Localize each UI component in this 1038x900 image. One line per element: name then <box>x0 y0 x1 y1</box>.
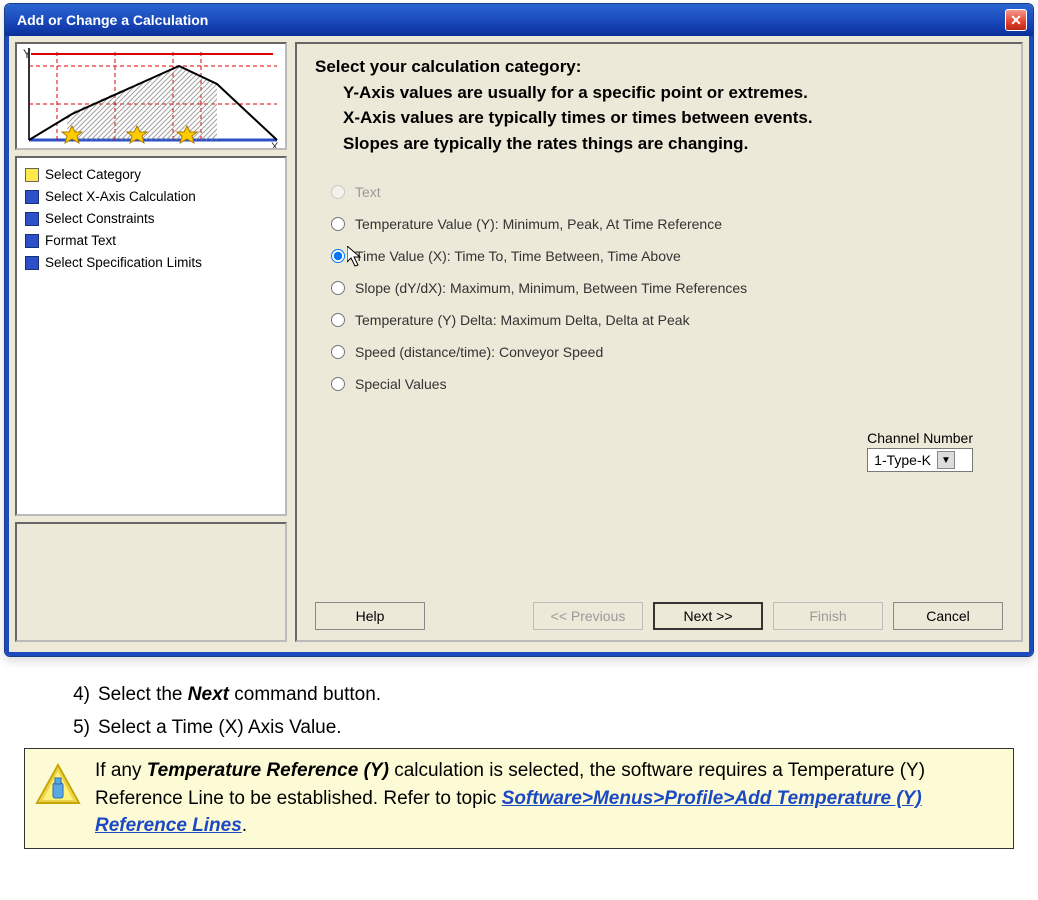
category-option[interactable]: Temperature (Y) Delta: Maximum Delta, De… <box>331 304 1003 336</box>
prompt-line-1: Y-Axis values are usually for a specific… <box>315 80 1003 106</box>
channel-value: 1-Type-K <box>874 452 931 468</box>
category-radio[interactable] <box>331 281 345 295</box>
instruction-number: 5) <box>66 714 90 743</box>
wizard-buttons: Help << Previous Next >> Finish Cancel <box>315 592 1003 630</box>
instruction-number: 4) <box>66 681 90 710</box>
instruction-item: 4) Select the Next command button. <box>60 681 1008 710</box>
channel-select[interactable]: 1-Type-K ▼ <box>867 448 973 472</box>
step-label: Select Constraints <box>45 208 155 230</box>
category-option[interactable]: Slope (dY/dX): Maximum, Minimum, Between… <box>331 272 1003 304</box>
left-column: Y X <box>15 42 287 642</box>
step-label: Format Text <box>45 230 116 252</box>
wizard-step[interactable]: Format Text <box>25 230 277 252</box>
category-label: Special Values <box>355 376 447 392</box>
category-label: Temperature Value (Y): Minimum, Peak, At… <box>355 216 722 232</box>
wizard-step[interactable]: Select Constraints <box>25 208 277 230</box>
close-icon[interactable]: ✕ <box>1005 9 1027 31</box>
instruction-text: Select the Next command button. <box>98 681 381 710</box>
help-button[interactable]: Help <box>315 602 425 630</box>
category-option[interactable]: Time Value (X): Time To, Time Between, T… <box>331 240 1003 272</box>
category-option[interactable]: Speed (distance/time): Conveyor Speed <box>331 336 1003 368</box>
svg-text:X: X <box>271 141 279 148</box>
prompt-title: Select your calculation category: <box>315 57 581 76</box>
description-box <box>15 522 287 642</box>
prompt-line-2: X-Axis values are typically times or tim… <box>315 105 1003 131</box>
dialog-title: Add or Change a Calculation <box>17 12 1005 28</box>
dialog-window: Add or Change a Calculation ✕ Y X <box>4 3 1034 657</box>
category-radio[interactable] <box>331 377 345 391</box>
category-label: Temperature (Y) Delta: Maximum Delta, De… <box>355 312 690 328</box>
step-marker-icon <box>25 234 39 248</box>
finish-button: Finish <box>773 602 883 630</box>
right-panel: Select your calculation category: Y-Axis… <box>295 42 1023 642</box>
note-text: If any Temperature Reference (Y) calcula… <box>95 757 999 840</box>
step-marker-icon <box>25 256 39 270</box>
category-radio[interactable] <box>331 345 345 359</box>
channel-number-group: Channel Number 1-Type-K ▼ <box>867 430 973 472</box>
cancel-button[interactable]: Cancel <box>893 602 1003 630</box>
channel-label: Channel Number <box>867 430 973 446</box>
category-radio[interactable] <box>331 217 345 231</box>
category-label: Time Value (X): Time To, Time Between, T… <box>355 248 681 264</box>
instruction-item: 5) Select a Time (X) Axis Value. <box>60 714 1008 743</box>
chevron-down-icon[interactable]: ▼ <box>937 451 955 469</box>
category-label: Text <box>355 184 381 200</box>
prompt-line-3: Slopes are typically the rates things ar… <box>315 131 1003 157</box>
step-marker-icon <box>25 212 39 226</box>
prompt-text: Select your calculation category: Y-Axis… <box>315 54 1003 156</box>
wizard-diagram: Y X <box>15 42 287 150</box>
wizard-steps: Select CategorySelect X-Axis Calculation… <box>15 156 287 516</box>
category-label: Slope (dY/dX): Maximum, Minimum, Between… <box>355 280 747 296</box>
step-label: Select Specification Limits <box>45 252 202 274</box>
tip-icon <box>35 763 81 809</box>
note-box: If any Temperature Reference (Y) calcula… <box>24 748 1014 849</box>
category-radio[interactable] <box>331 313 345 327</box>
category-radio <box>331 185 345 199</box>
step-label: Select Category <box>45 164 141 186</box>
step-marker-icon <box>25 190 39 204</box>
wizard-step[interactable]: Select X-Axis Calculation <box>25 186 277 208</box>
wizard-step[interactable]: Select Category <box>25 164 277 186</box>
wizard-step[interactable]: Select Specification Limits <box>25 252 277 274</box>
next-button[interactable]: Next >> <box>653 602 763 630</box>
previous-button: << Previous <box>533 602 643 630</box>
instruction-text: Select a Time (X) Axis Value. <box>98 714 342 743</box>
dialog-body: Y X <box>5 36 1033 656</box>
step-marker-icon <box>25 168 39 182</box>
category-label: Speed (distance/time): Conveyor Speed <box>355 344 603 360</box>
category-radio[interactable] <box>331 249 345 263</box>
instruction-list: 4) Select the Next command button. 5) Selec… <box>0 669 1038 742</box>
category-options: Text Temperature Value (Y): Minimum, Peak… <box>315 164 1003 400</box>
category-option[interactable]: Special Values <box>331 368 1003 400</box>
category-option: Text <box>331 176 1003 208</box>
titlebar: Add or Change a Calculation ✕ <box>5 4 1033 36</box>
step-label: Select X-Axis Calculation <box>45 186 196 208</box>
category-option[interactable]: Temperature Value (Y): Minimum, Peak, At… <box>331 208 1003 240</box>
